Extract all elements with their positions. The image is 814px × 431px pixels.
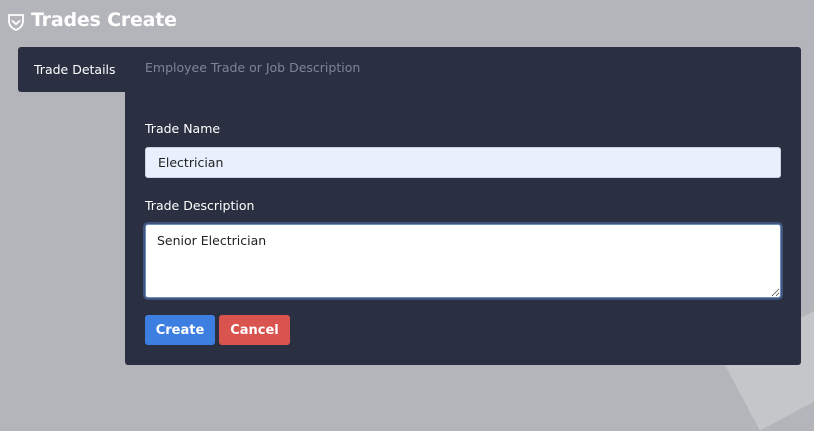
cancel-button[interactable]: Cancel <box>219 315 290 345</box>
trade-description-textarea[interactable]: Senior Electrician <box>145 224 781 298</box>
tab-label: Trade Details <box>34 62 116 77</box>
page-header: Trades Create <box>6 6 177 34</box>
trade-description-label: Trade Description <box>145 198 255 213</box>
page-title: Trades Create <box>31 9 177 31</box>
create-button[interactable]: Create <box>145 315 215 345</box>
trade-name-input[interactable] <box>145 147 781 178</box>
panel-subtitle: Employee Trade or Job Description <box>145 60 361 75</box>
trade-name-label: Trade Name <box>145 121 221 136</box>
form-panel: Employee Trade or Job Description Trade … <box>125 47 801 365</box>
shield-check-icon <box>6 12 26 32</box>
tab-trade-details[interactable]: Trade Details <box>18 47 125 92</box>
